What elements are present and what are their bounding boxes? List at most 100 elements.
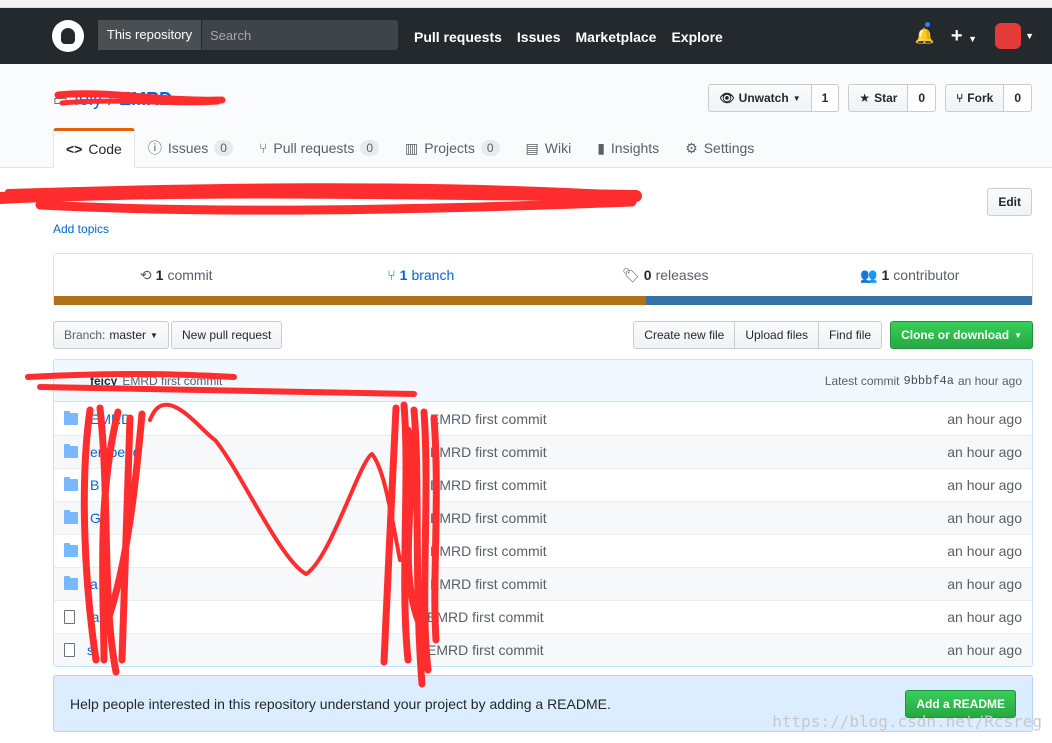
file-icon bbox=[64, 610, 75, 624]
star-label: Star bbox=[874, 91, 898, 105]
tab-counter: 0 bbox=[480, 140, 500, 156]
commit-sha[interactable]: 9bbbf4a bbox=[904, 374, 954, 388]
file-name-link[interactable]: rar bbox=[87, 609, 427, 625]
file-commit-message[interactable]: EMRD first commit bbox=[430, 411, 912, 427]
upload-files-button[interactable]: Upload files bbox=[734, 321, 820, 349]
file-icon bbox=[64, 643, 75, 657]
file-name-link[interactable]: st bbox=[87, 642, 427, 658]
tab-label: Issues bbox=[167, 140, 209, 156]
file-name-link[interactable]: a bbox=[90, 576, 430, 592]
find-file-button[interactable]: Find file bbox=[818, 321, 883, 349]
file-name-link[interactable]: GL bbox=[90, 510, 430, 526]
language-segment-java bbox=[54, 296, 646, 305]
commit-author[interactable]: feicy bbox=[90, 374, 117, 388]
tab-pull-requests[interactable]: ⑂ Pull requests 0 bbox=[246, 128, 392, 168]
repo-name-link[interactable]: EMRD bbox=[119, 89, 172, 110]
fork-count[interactable]: 0 bbox=[1004, 84, 1032, 112]
chevron-down-icon: ▼ bbox=[1014, 330, 1022, 340]
repo-owner-link[interactable]: feiy bbox=[74, 89, 102, 110]
repo-description: A ... bbox=[53, 192, 81, 209]
tab-insights[interactable]: ▮ Insights bbox=[584, 128, 672, 168]
file-commit-message[interactable]: EMRD first commit bbox=[430, 510, 912, 526]
nav-issues[interactable]: Issues bbox=[517, 29, 561, 45]
file-commit-message[interactable]: EMRD first commit bbox=[430, 543, 912, 559]
file-row[interactable]: EMRD first commit an hour ago bbox=[54, 534, 1032, 567]
commit-age: an hour ago bbox=[957, 373, 1022, 388]
fork-button[interactable]: ⑂ Fork bbox=[945, 84, 1005, 112]
graph-icon: ▮ bbox=[597, 139, 605, 156]
edit-description-button[interactable]: Edit bbox=[987, 188, 1032, 216]
branches-summary[interactable]: ⑂ 1 branch bbox=[299, 254, 544, 296]
notifications-bell-icon[interactable]: 🔔 bbox=[915, 20, 935, 46]
folder-icon bbox=[64, 410, 78, 425]
commit-message[interactable]: EMRD first commit bbox=[122, 374, 222, 388]
new-pull-request-button[interactable]: New pull request bbox=[171, 321, 283, 349]
repo-actions: 👁 Unwatch ▼ 1 ★ Star 0 ⑂ Fork 0 bbox=[708, 84, 1032, 112]
folder-icon bbox=[64, 510, 78, 524]
file-age: an hour ago bbox=[947, 642, 1022, 658]
language-bar[interactable] bbox=[54, 296, 1032, 305]
tab-settings[interactable]: ⚙ Settings bbox=[672, 128, 767, 168]
folder-icon bbox=[64, 477, 78, 491]
branch-select-button[interactable]: Branch: master ▼ bbox=[53, 321, 169, 349]
branch-prefix: Branch: bbox=[64, 328, 106, 342]
star-icon: ★ bbox=[859, 91, 871, 105]
pull-request-icon: ⑂ bbox=[258, 140, 268, 156]
chevron-down-icon: ▼ bbox=[792, 93, 801, 103]
file-age: an hour ago bbox=[947, 510, 1022, 526]
releases-label: releases bbox=[655, 267, 709, 283]
nav-explore[interactable]: Explore bbox=[671, 29, 722, 45]
fork-group: ⑂ Fork 0 bbox=[945, 84, 1032, 112]
star-count[interactable]: 0 bbox=[908, 84, 937, 112]
file-age: an hour ago bbox=[947, 477, 1022, 493]
file-commit-message[interactable]: EMRD first commit bbox=[427, 609, 912, 625]
tab-issues[interactable]: ⓘ Issues 0 bbox=[135, 128, 246, 168]
header-nav: Pull requests Issues Marketplace Explore bbox=[414, 29, 723, 45]
add-topics-link[interactable]: Add topics bbox=[53, 222, 109, 236]
commits-count: 1 bbox=[155, 267, 164, 283]
file-commit-message[interactable]: EMRD first commit bbox=[430, 444, 912, 460]
path-divider: / bbox=[108, 89, 114, 109]
file-button-group: Create new file Upload files Find file bbox=[633, 321, 883, 349]
file-table: feicy EMRD first commit Latest commit 9b… bbox=[53, 359, 1033, 667]
notification-dot bbox=[922, 20, 932, 29]
unwatch-button[interactable]: 👁 Unwatch ▼ bbox=[708, 84, 812, 112]
file-commit-message[interactable]: EMRD first commit bbox=[430, 477, 912, 493]
tab-projects[interactable]: ▥ Projects 0 bbox=[392, 128, 513, 168]
file-age: an hour ago bbox=[947, 410, 1022, 427]
releases-summary[interactable]: 🏷 0 releases bbox=[543, 254, 788, 296]
file-commit-message[interactable]: EMRD first commit bbox=[430, 576, 912, 592]
file-row[interactable]: st EMRD first commit an hour ago bbox=[54, 633, 1032, 666]
contributors-summary[interactable]: 👥 1 contributor bbox=[788, 254, 1033, 296]
history-icon: ⟲ bbox=[139, 266, 152, 283]
commits-summary[interactable]: ⟲ 1 commit bbox=[54, 254, 299, 296]
file-name-link[interactable]: EMRD bbox=[90, 411, 430, 427]
branches-count: 1 bbox=[399, 267, 408, 283]
eye-icon: 👁 bbox=[719, 91, 735, 105]
tab-code[interactable]: <> Code bbox=[53, 128, 135, 168]
watch-count[interactable]: 1 bbox=[811, 84, 840, 112]
file-commit-message[interactable]: EMRD first commit bbox=[427, 642, 912, 658]
github-logo-icon[interactable] bbox=[52, 20, 84, 52]
file-row[interactable]: GL EMRD first commit an hour ago bbox=[54, 501, 1032, 534]
file-row[interactable]: B EMRD first commit an hour ago bbox=[54, 468, 1032, 501]
user-menu-button[interactable]: ▼ bbox=[995, 23, 1034, 49]
clone-download-button[interactable]: Clone or download ▼ bbox=[890, 321, 1033, 349]
tab-wiki[interactable]: ▤ Wiki bbox=[513, 128, 585, 168]
repo-icon: ▭ bbox=[53, 91, 69, 109]
search-input[interactable] bbox=[202, 20, 398, 50]
create-new-file-button[interactable]: Create new file bbox=[633, 321, 736, 349]
file-name-link[interactable]: B bbox=[90, 477, 430, 493]
nav-pull-requests[interactable]: Pull requests bbox=[414, 29, 502, 45]
nav-marketplace[interactable]: Marketplace bbox=[576, 29, 657, 45]
file-name-link[interactable]: embedd bbox=[90, 444, 430, 460]
latest-commit-bar: feicy EMRD first commit Latest commit 9b… bbox=[54, 360, 1032, 402]
file-row[interactable]: a EMRD first commit an hour ago bbox=[54, 567, 1032, 600]
file-row[interactable]: embedd EMRD first commit an hour ago bbox=[54, 435, 1032, 468]
file-row[interactable]: rar EMRD first commit an hour ago bbox=[54, 600, 1032, 633]
create-new-button[interactable]: + ▼ bbox=[951, 25, 977, 48]
search-scope-label[interactable]: This repository bbox=[98, 20, 202, 50]
star-button[interactable]: ★ Star bbox=[848, 84, 909, 112]
browser-bookmark-strip bbox=[0, 0, 1052, 8]
file-row[interactable]: EMRD EMRD first commit an hour ago bbox=[54, 402, 1032, 435]
